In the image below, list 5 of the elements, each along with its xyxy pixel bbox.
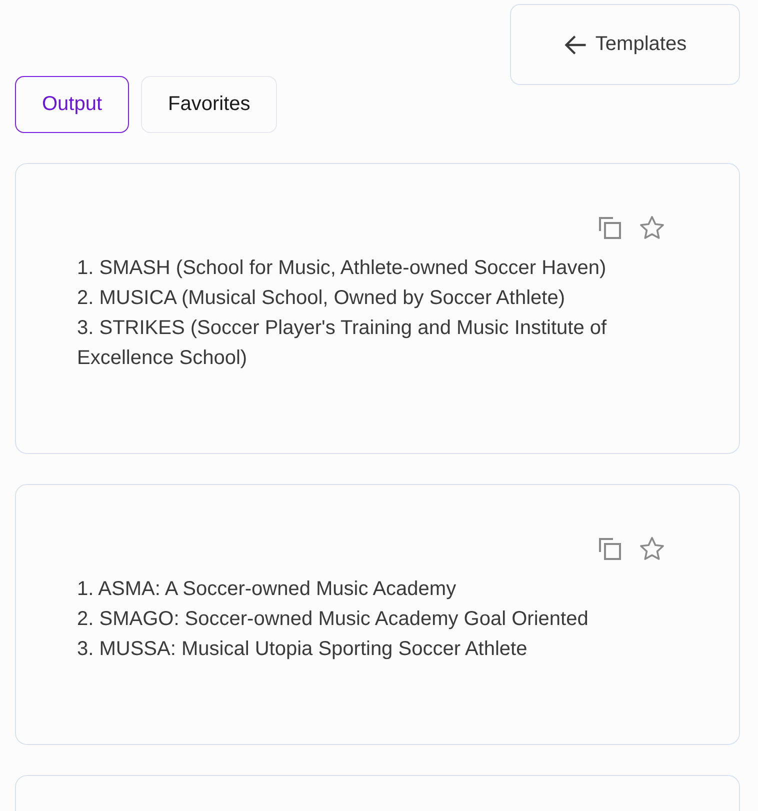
result-text: 1. SMASH (School for Music, Athlete-owned Soccer Haven) 2. MUSICA (Musical School, Owned by Soccer Athlete) 3. STRIKES (Soccer Player's Training and Music Institute of Excellence School) [77,256,608,371]
tab[interactable]: Favorites [141,76,278,133]
result-text: 1. ASMA: A Soccer-owned Music Academy 2. SMAGO: Soccer-owned Music Academy Goal Oriented 3. MUSSA: Musical Utopia Sporting Soccer Athlete [77,577,590,662]
tab[interactable]: Output [15,76,130,133]
templates-button[interactable]: Templates [510,4,740,85]
